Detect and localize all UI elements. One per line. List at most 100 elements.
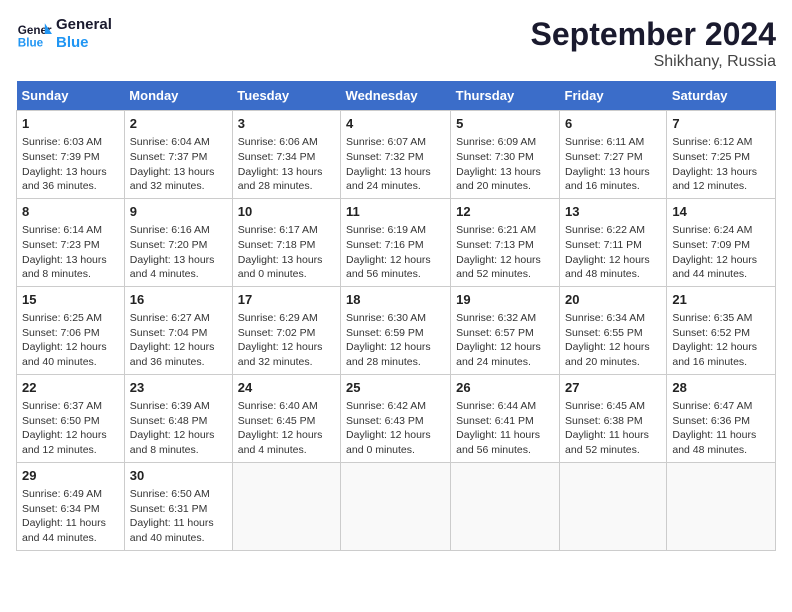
title-block: September 2024 Shikhany, Russia xyxy=(531,16,776,71)
calendar-cell: 14Sunrise: 6:24 AMSunset: 7:09 PMDayligh… xyxy=(667,198,776,286)
col-thursday: Thursday xyxy=(451,81,560,111)
calendar-cell: 9Sunrise: 6:16 AMSunset: 7:20 PMDaylight… xyxy=(124,198,232,286)
calendar-cell: 28 Sunrise: 6:47 AMSunset: 6:36 PMDayligh… xyxy=(667,374,776,462)
day-info: Sunrise: 6:47 AMSunset: 6:36 PMDaylight:… xyxy=(672,399,770,458)
calendar-cell: 23 Sunrise: 6:39 AMSunset: 6:48 PMDayligh… xyxy=(124,374,232,462)
day-number: 3 xyxy=(238,115,335,133)
day-number: 23 xyxy=(130,379,227,397)
day-info: Sunrise: 6:25 AMSunset: 7:06 PMDaylight:… xyxy=(22,311,119,370)
col-sunday: Sunday xyxy=(17,81,125,111)
calendar-cell: 26Sunrise: 6:44 AMSunset: 6:41 PMDayligh… xyxy=(451,374,560,462)
calendar-cell: 30 Sunrise: 6:50 AMSunset: 6:31 PMDayligh… xyxy=(124,462,232,550)
calendar-row-2: 8Sunrise: 6:14 AMSunset: 7:23 PMDaylight… xyxy=(17,198,776,286)
calendar-cell: 20 Sunrise: 6:34 AMSunset: 6:55 PMDayligh… xyxy=(560,286,667,374)
day-info: Sunrise: 6:39 AMSunset: 6:48 PMDaylight:… xyxy=(130,399,227,458)
calendar-cell: 13 Sunrise: 6:22 AMSunset: 7:11 PMDayligh… xyxy=(560,198,667,286)
calendar-cell: 11Sunrise: 6:19 AMSunset: 7:16 PMDayligh… xyxy=(341,198,451,286)
col-saturday: Saturday xyxy=(667,81,776,111)
col-monday: Monday xyxy=(124,81,232,111)
calendar-row-1: 1 Sunrise: 6:03 AMSunset: 7:39 PMDaylight… xyxy=(17,111,776,199)
calendar-row-3: 15 Sunrise: 6:25 AMSunset: 7:06 PMDayligh… xyxy=(17,286,776,374)
day-info: Sunrise: 6:22 AMSunset: 7:11 PMDaylight:… xyxy=(565,223,661,282)
calendar-cell xyxy=(560,462,667,550)
day-info: Sunrise: 6:42 AMSunset: 6:43 PMDaylight:… xyxy=(346,399,445,458)
col-friday: Friday xyxy=(560,81,667,111)
day-info: Sunrise: 6:11 AMSunset: 7:27 PMDaylight:… xyxy=(565,135,661,194)
calendar-cell: 10 Sunrise: 6:17 AMSunset: 7:18 PMDayligh… xyxy=(232,198,340,286)
logo-blue-text: Blue xyxy=(56,34,112,52)
day-number: 10 xyxy=(238,203,335,221)
day-info: Sunrise: 6:34 AMSunset: 6:55 PMDaylight:… xyxy=(565,311,661,370)
calendar-cell: 21Sunrise: 6:35 AMSunset: 6:52 PMDayligh… xyxy=(667,286,776,374)
day-info: Sunrise: 6:12 AMSunset: 7:25 PMDaylight:… xyxy=(672,135,770,194)
day-info: Sunrise: 6:29 AMSunset: 7:02 PMDaylight:… xyxy=(238,311,335,370)
day-number: 27 xyxy=(565,379,661,397)
logo-icon: General Blue xyxy=(16,16,52,52)
day-info: Sunrise: 6:30 AMSunset: 6:59 PMDaylight:… xyxy=(346,311,445,370)
day-number: 6 xyxy=(565,115,661,133)
calendar-cell: 7 Sunrise: 6:12 AMSunset: 7:25 PMDaylight… xyxy=(667,111,776,199)
logo: General Blue General Blue xyxy=(16,16,112,52)
day-info: Sunrise: 6:21 AMSunset: 7:13 PMDaylight:… xyxy=(456,223,554,282)
day-info: Sunrise: 6:03 AMSunset: 7:39 PMDaylight:… xyxy=(22,135,119,194)
day-number: 1 xyxy=(22,115,119,133)
calendar-cell: 25 Sunrise: 6:42 AMSunset: 6:43 PMDayligh… xyxy=(341,374,451,462)
calendar-cell: 19Sunrise: 6:32 AMSunset: 6:57 PMDayligh… xyxy=(451,286,560,374)
day-info: Sunrise: 6:04 AMSunset: 7:37 PMDaylight:… xyxy=(130,135,227,194)
day-info: Sunrise: 6:45 AMSunset: 6:38 PMDaylight:… xyxy=(565,399,661,458)
day-number: 20 xyxy=(565,291,661,309)
calendar-cell: 17 Sunrise: 6:29 AMSunset: 7:02 PMDayligh… xyxy=(232,286,340,374)
calendar-row-4: 22 Sunrise: 6:37 AMSunset: 6:50 PMDayligh… xyxy=(17,374,776,462)
calendar-cell: 6 Sunrise: 6:11 AMSunset: 7:27 PMDaylight… xyxy=(560,111,667,199)
day-number: 16 xyxy=(130,291,227,309)
month-title: September 2024 xyxy=(531,16,776,53)
svg-text:Blue: Blue xyxy=(18,37,44,50)
day-number: 28 xyxy=(672,379,770,397)
calendar-cell xyxy=(667,462,776,550)
calendar-cell: 8Sunrise: 6:14 AMSunset: 7:23 PMDaylight… xyxy=(17,198,125,286)
day-number: 15 xyxy=(22,291,119,309)
calendar-cell: 22 Sunrise: 6:37 AMSunset: 6:50 PMDayligh… xyxy=(17,374,125,462)
day-number: 7 xyxy=(672,115,770,133)
day-number: 24 xyxy=(238,379,335,397)
day-info: Sunrise: 6:17 AMSunset: 7:18 PMDaylight:… xyxy=(238,223,335,282)
day-number: 29 xyxy=(22,467,119,485)
day-info: Sunrise: 6:24 AMSunset: 7:09 PMDaylight:… xyxy=(672,223,770,282)
page-header: General Blue General Blue September 2024… xyxy=(16,16,776,71)
calendar-row-5: 29 Sunrise: 6:49 AMSunset: 6:34 PMDayligh… xyxy=(17,462,776,550)
calendar-cell: 18Sunrise: 6:30 AMSunset: 6:59 PMDayligh… xyxy=(341,286,451,374)
day-info: Sunrise: 6:40 AMSunset: 6:45 PMDaylight:… xyxy=(238,399,335,458)
logo-general-text: General xyxy=(56,16,112,34)
day-number: 30 xyxy=(130,467,227,485)
calendar-cell: 16Sunrise: 6:27 AMSunset: 7:04 PMDayligh… xyxy=(124,286,232,374)
calendar-cell: 27 Sunrise: 6:45 AMSunset: 6:38 PMDayligh… xyxy=(560,374,667,462)
day-number: 17 xyxy=(238,291,335,309)
day-info: Sunrise: 6:50 AMSunset: 6:31 PMDaylight:… xyxy=(130,487,227,546)
day-info: Sunrise: 6:09 AMSunset: 7:30 PMDaylight:… xyxy=(456,135,554,194)
day-number: 12 xyxy=(456,203,554,221)
col-tuesday: Tuesday xyxy=(232,81,340,111)
calendar-cell: 5 Sunrise: 6:09 AMSunset: 7:30 PMDaylight… xyxy=(451,111,560,199)
calendar-cell xyxy=(341,462,451,550)
calendar-cell: 2Sunrise: 6:04 AMSunset: 7:37 PMDaylight… xyxy=(124,111,232,199)
calendar-cell: 24 Sunrise: 6:40 AMSunset: 6:45 PMDayligh… xyxy=(232,374,340,462)
calendar-cell: 1 Sunrise: 6:03 AMSunset: 7:39 PMDaylight… xyxy=(17,111,125,199)
day-number: 4 xyxy=(346,115,445,133)
day-info: Sunrise: 6:49 AMSunset: 6:34 PMDaylight:… xyxy=(22,487,119,546)
day-number: 11 xyxy=(346,203,445,221)
calendar-cell: 29 Sunrise: 6:49 AMSunset: 6:34 PMDayligh… xyxy=(17,462,125,550)
calendar-cell: 15 Sunrise: 6:25 AMSunset: 7:06 PMDayligh… xyxy=(17,286,125,374)
calendar-cell: 12 Sunrise: 6:21 AMSunset: 7:13 PMDayligh… xyxy=(451,198,560,286)
day-number: 13 xyxy=(565,203,661,221)
calendar-cell: 4Sunrise: 6:07 AMSunset: 7:32 PMDaylight… xyxy=(341,111,451,199)
day-info: Sunrise: 6:16 AMSunset: 7:20 PMDaylight:… xyxy=(130,223,227,282)
day-number: 22 xyxy=(22,379,119,397)
day-number: 19 xyxy=(456,291,554,309)
day-info: Sunrise: 6:37 AMSunset: 6:50 PMDaylight:… xyxy=(22,399,119,458)
calendar-cell xyxy=(451,462,560,550)
day-number: 5 xyxy=(456,115,554,133)
day-number: 25 xyxy=(346,379,445,397)
calendar-cell: 3Sunrise: 6:06 AMSunset: 7:34 PMDaylight… xyxy=(232,111,340,199)
day-info: Sunrise: 6:35 AMSunset: 6:52 PMDaylight:… xyxy=(672,311,770,370)
day-info: Sunrise: 6:14 AMSunset: 7:23 PMDaylight:… xyxy=(22,223,119,282)
